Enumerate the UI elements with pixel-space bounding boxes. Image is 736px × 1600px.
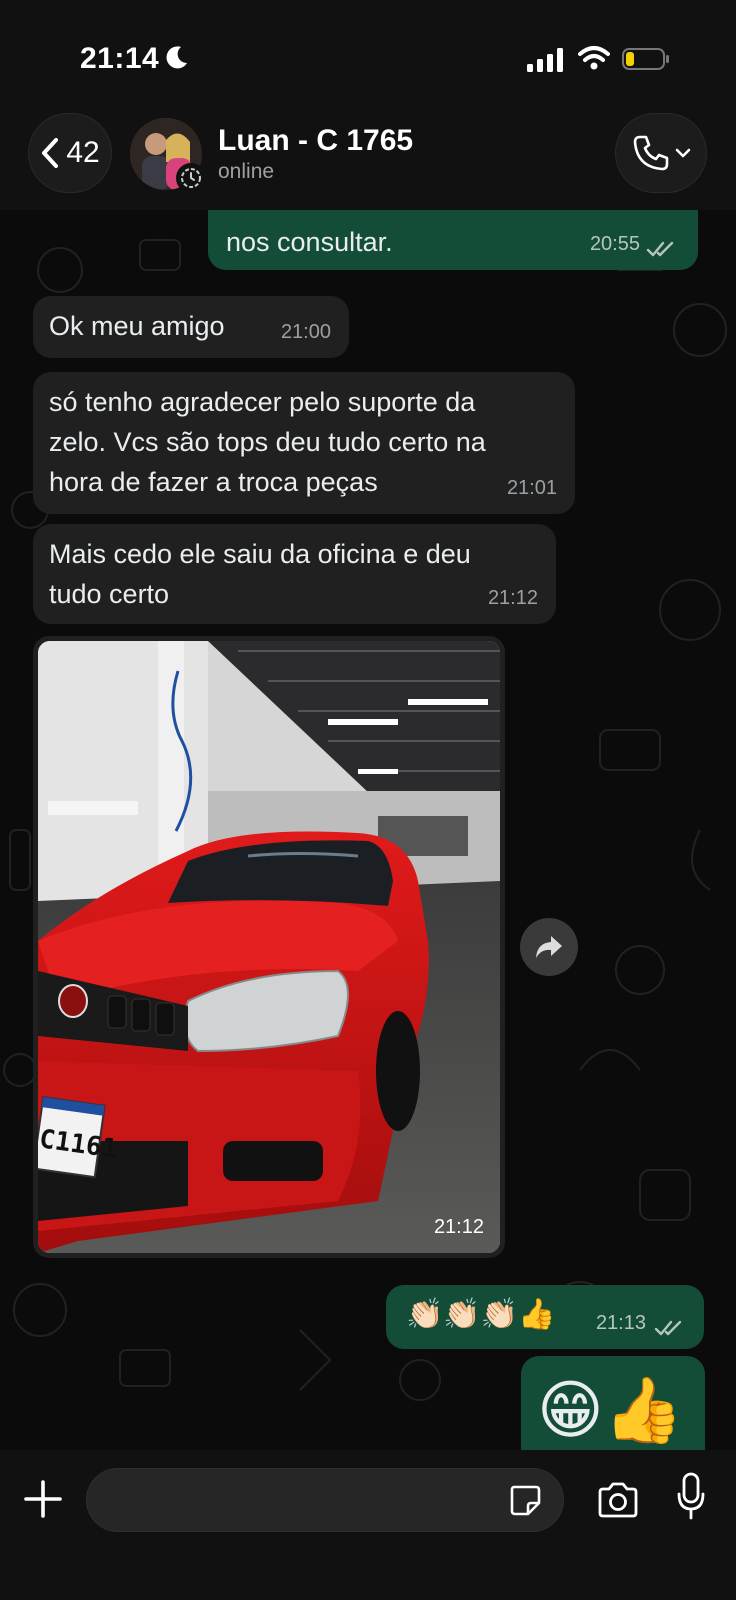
chevron-down-icon — [675, 148, 691, 158]
battery-icon — [622, 48, 669, 70]
plus-icon[interactable] — [22, 1478, 64, 1520]
message-line: hora de fazer a troca peças — [49, 467, 378, 497]
status-ring-icon — [176, 163, 206, 193]
red-car-image: C1161 — [38, 641, 500, 1253]
message-incoming[interactable]: Mais cedo ele saiu da oficina e deu tudo… — [33, 524, 556, 624]
call-button[interactable] — [615, 113, 707, 193]
forward-icon — [536, 936, 562, 958]
message-outgoing[interactable]: 👏🏻👏🏻👏🏻👍 21:13 — [386, 1285, 704, 1349]
message-outgoing[interactable]: 😁👍 — [521, 1356, 705, 1450]
signal-icon — [527, 48, 563, 72]
message-time: 20:55 — [589, 233, 640, 255]
message-input[interactable] — [86, 1468, 564, 1532]
moon-icon — [166, 46, 187, 69]
unread-count: 42 — [66, 136, 100, 169]
wifi-icon — [578, 46, 610, 70]
camera-icon[interactable] — [596, 1480, 640, 1520]
composer-bar — [0, 1450, 736, 1600]
double-check-icon — [654, 1320, 682, 1336]
photo-message[interactable]: C1161 21:12 — [33, 636, 505, 1258]
contact-status: online — [218, 160, 275, 183]
back-button[interactable]: 42 — [28, 113, 112, 193]
message-incoming[interactable]: só tenho agradecer pelo suporte da zelo.… — [33, 372, 575, 514]
message-line: Mais cedo ele saiu da oficina e deu — [49, 539, 471, 569]
contact-name[interactable]: Luan - C 1765 — [218, 124, 413, 158]
message-line: tudo certo — [49, 579, 170, 609]
status-time: 21:14 — [80, 42, 160, 75]
message-text: nos consultar. — [226, 227, 393, 257]
back-chevron-icon — [42, 138, 59, 168]
chat-area[interactable]: nos consultar. 20:55 Ok meu amigo 21:00 … — [0, 210, 736, 1450]
photo-time: 21:12 — [433, 1216, 484, 1238]
forward-button[interactable] — [520, 918, 578, 976]
top-bar: 21:14 42 Luan - C 1765 online — [0, 0, 736, 210]
message-text: 😁👍 — [537, 1374, 684, 1446]
message-time: 21:12 — [487, 587, 538, 609]
car-photo[interactable]: C1161 21:12 — [38, 641, 500, 1253]
message-incoming[interactable]: Ok meu amigo 21:00 — [33, 296, 349, 358]
message-time: 21:13 — [595, 1312, 646, 1334]
message-line: zelo. Vcs são tops deu tudo certo na — [49, 427, 486, 457]
message-time: 21:00 — [280, 321, 331, 343]
sticker-icon[interactable] — [508, 1483, 542, 1517]
microphone-icon[interactable] — [676, 1472, 706, 1520]
message-text: Ok meu amigo — [49, 311, 225, 341]
phone-icon — [633, 135, 669, 171]
double-check-icon — [646, 241, 674, 257]
message-time: 21:01 — [506, 477, 557, 499]
message-line: só tenho agradecer pelo suporte da — [49, 387, 476, 417]
message-text: 👏🏻👏🏻👏🏻👍 — [406, 1298, 556, 1331]
message-outgoing[interactable]: nos consultar. 20:55 — [208, 210, 698, 270]
